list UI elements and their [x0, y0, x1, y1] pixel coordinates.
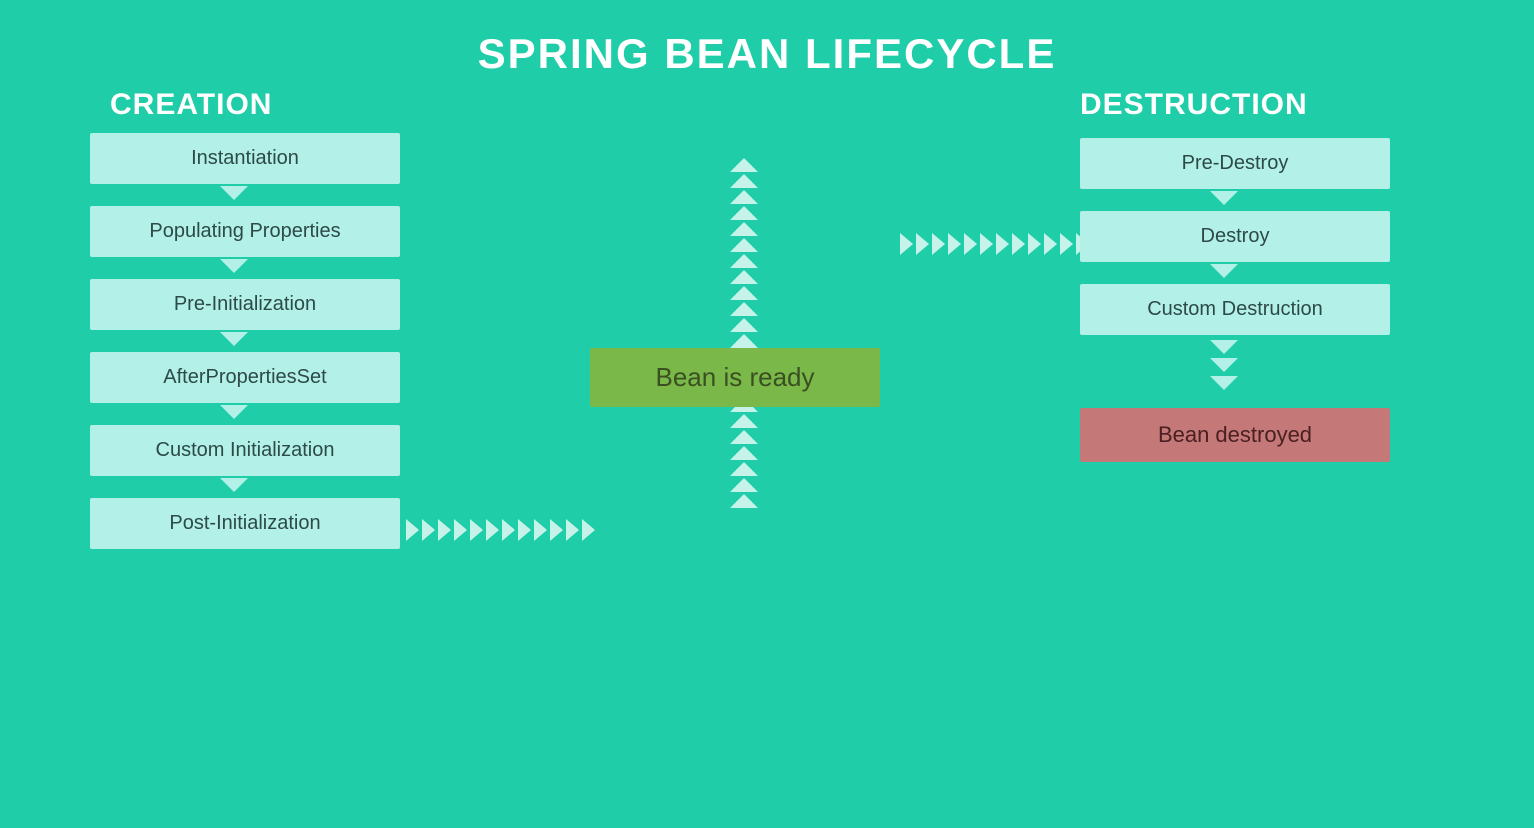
- box-custom-destruction: Custom Destruction: [1080, 284, 1390, 335]
- box-custom-init: Custom Initialization: [90, 425, 400, 476]
- box-after-props: AfterPropertiesSet: [90, 352, 400, 403]
- arrow-after-afterprops: [220, 405, 248, 419]
- box-bean-destroyed: Bean destroyed: [1080, 408, 1390, 462]
- diagram: CREATION Instantiation Populating Proper…: [0, 78, 1534, 828]
- arrow-after-custom-dest-1: [1210, 340, 1238, 354]
- creation-label: CREATION: [110, 88, 272, 122]
- arrows-bean-ready-right: [900, 233, 1089, 255]
- box-pre-destroy: Pre-Destroy: [1080, 138, 1390, 189]
- box-destroy: Destroy: [1080, 211, 1390, 262]
- arrow-after-pre-destroy: [1210, 191, 1238, 205]
- arrows-post-init-right: [406, 519, 595, 541]
- arrow-after-populating: [220, 259, 248, 273]
- box-bean-ready: Bean is ready: [590, 348, 880, 407]
- vertical-arrows-up: [730, 158, 758, 508]
- box-populating: Populating Properties: [90, 206, 400, 257]
- destruction-label: DESTRUCTION: [1080, 88, 1308, 122]
- box-pre-init: Pre-Initialization: [90, 279, 400, 330]
- arrow-after-custom-init: [220, 478, 248, 492]
- box-instantiation: Instantiation: [90, 133, 400, 184]
- page-title: SPRING BEAN LIFECYCLE: [0, 0, 1534, 78]
- arrow-after-pre-init: [220, 332, 248, 346]
- arrow-after-custom-dest-2: [1210, 358, 1238, 372]
- arrow-after-destroy: [1210, 264, 1238, 278]
- arrow-after-custom-dest-3: [1210, 376, 1238, 390]
- arrow-after-instantiation: [220, 186, 248, 200]
- box-post-init: Post-Initialization: [90, 498, 400, 549]
